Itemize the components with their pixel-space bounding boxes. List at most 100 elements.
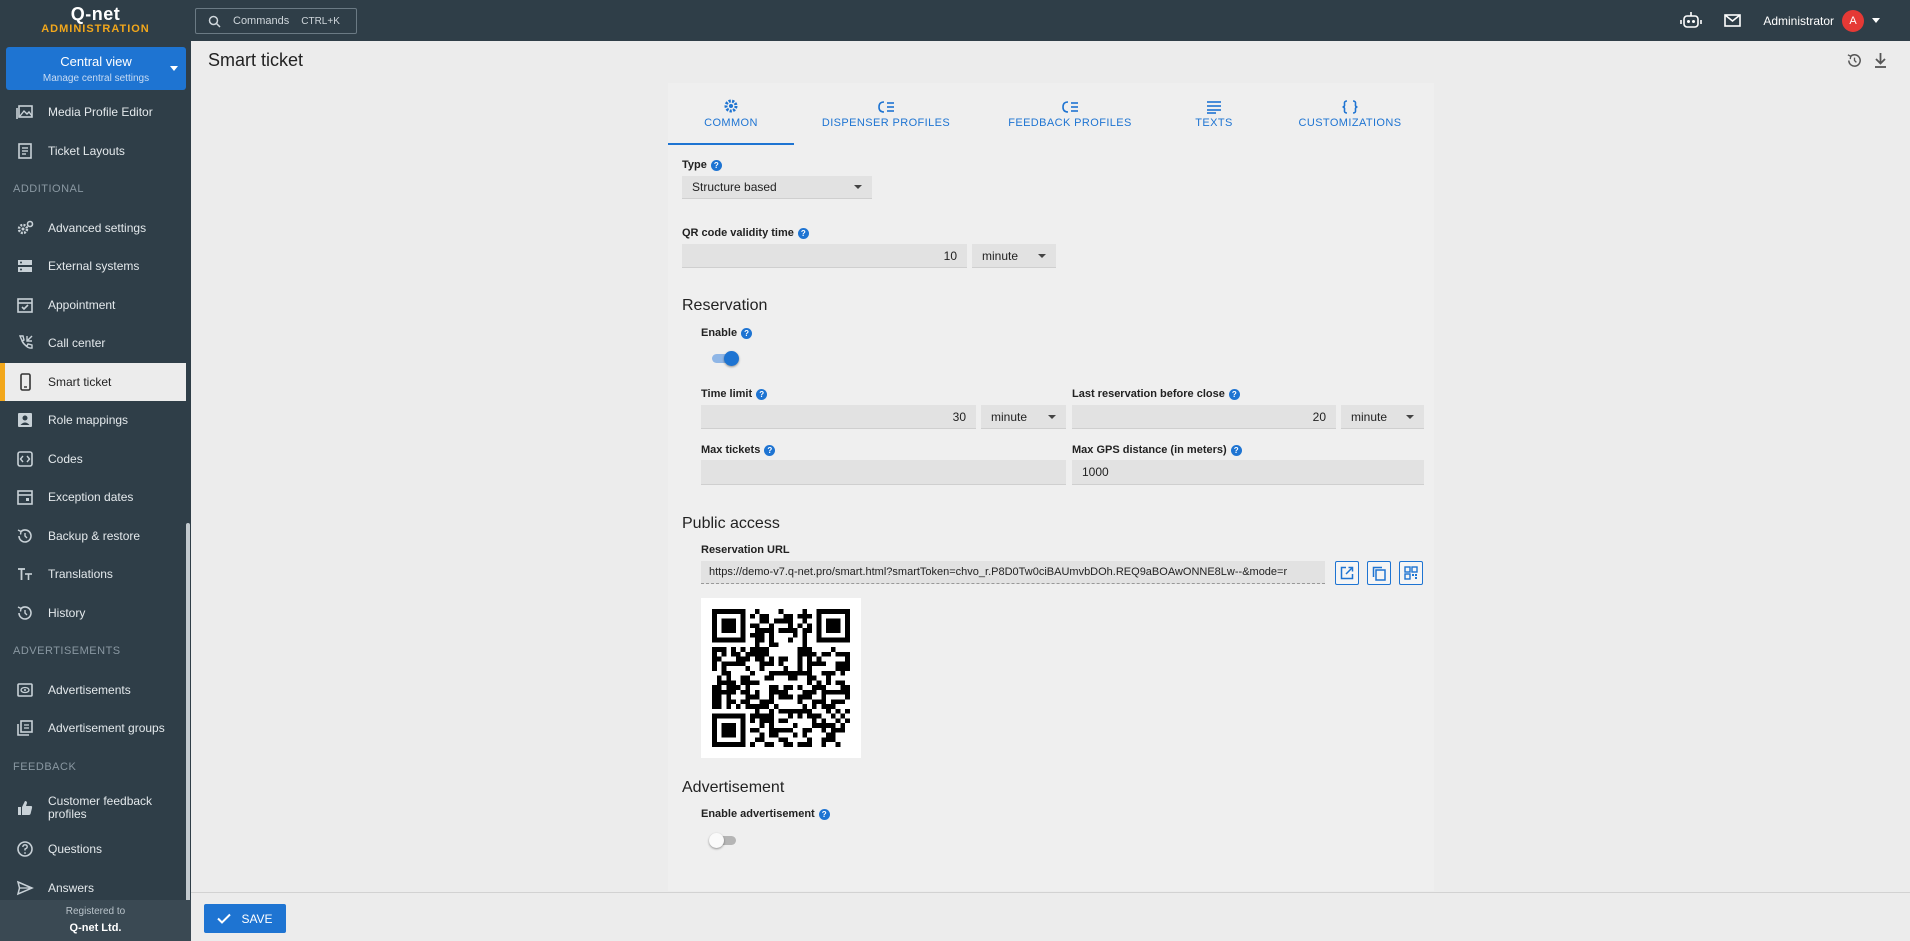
sidebar-item-media-profile-editor[interactable]: Media Profile Editor <box>0 93 186 132</box>
sidebar-item-advertisement-groups[interactable]: Advertisement groups <box>0 709 186 748</box>
monitor-eye-icon <box>17 682 33 697</box>
sidebar-item-history[interactable]: History <box>0 594 186 633</box>
sidebar-item-call-center[interactable]: Call center <box>0 324 186 363</box>
last-reservation-unit-select[interactable]: minute <box>1341 405 1424 429</box>
enable-advertisement-toggle[interactable] <box>709 833 738 848</box>
help-icon[interactable]: ? <box>818 808 830 820</box>
enable-label-text: Enable <box>701 327 738 339</box>
phone-callback-icon <box>18 335 33 349</box>
history-icon[interactable] <box>1846 52 1863 69</box>
sidebar-section-additional: ADDITIONAL <box>13 183 85 196</box>
qr-validity-unit: minute <box>982 248 1019 263</box>
enable-reservation-toggle[interactable] <box>710 351 739 366</box>
contact-card-icon <box>18 413 32 428</box>
reservation-header: Reservation <box>682 297 768 314</box>
max-tickets-label: Max tickets ? <box>701 444 776 456</box>
max-gps-input[interactable]: 1000 <box>1072 460 1424 485</box>
download-icon[interactable] <box>1873 52 1888 69</box>
bottom-action-bar: SAVE <box>191 892 1910 941</box>
copy-url-button[interactable] <box>1367 561 1391 585</box>
sidebar-item-label: Ticket Layouts <box>48 143 125 158</box>
tab-label: TEXTS <box>1195 116 1233 129</box>
tab-label: COMMON <box>704 116 758 129</box>
time-limit-label: Time limit ? <box>701 388 768 400</box>
help-icon[interactable]: ? <box>797 227 809 239</box>
qr-validity-input[interactable]: 10 <box>682 244 967 268</box>
ticket-icon <box>18 142 32 159</box>
help-icon[interactable]: ? <box>710 159 722 171</box>
logo[interactable]: Q-net ADMINISTRATION <box>0 0 191 41</box>
chevron-down-icon[interactable] <box>1872 18 1880 23</box>
sidebar-item-customer-feedback-profiles[interactable]: Customer feedback profiles <box>0 786 186 830</box>
list-icon <box>1062 100 1078 113</box>
command-shortcut: CTRL+K <box>301 15 340 27</box>
code-icon <box>17 450 33 467</box>
sidebar-item-backup-restore[interactable]: Backup & restore <box>0 517 186 556</box>
tab-texts[interactable]: TEXTS <box>1162 83 1266 145</box>
type-select[interactable]: Structure based <box>682 176 872 199</box>
user-name[interactable]: Administrator <box>1763 14 1834 28</box>
sidebar-item-questions[interactable]: Questions <box>0 830 186 869</box>
help-icon[interactable]: ? <box>741 327 753 339</box>
last-reservation-value: 20 <box>1312 409 1326 424</box>
sidebar-item-advertisements[interactable]: Advertisements <box>0 671 186 710</box>
last-reservation-label-text: Last reservation before close <box>1072 388 1225 400</box>
sidebar-item-label: Media Profile Editor <box>48 105 153 120</box>
open-url-button[interactable] <box>1335 561 1359 585</box>
central-view-selector[interactable]: Central view Manage central settings <box>6 47 186 90</box>
settings-panel <box>668 83 1434 891</box>
chevron-down-icon <box>1038 253 1046 258</box>
command-search[interactable]: Commands CTRL+K <box>195 8 357 34</box>
sidebar-item-translations[interactable]: Translations <box>0 555 186 594</box>
qr-code-icon <box>1404 566 1418 580</box>
save-label: SAVE <box>241 911 273 926</box>
sidebar-item-external-systems[interactable]: External systems <box>0 247 186 286</box>
gear-icon <box>724 99 738 112</box>
reservation-url-label: Reservation URL <box>701 544 790 556</box>
question-circle-icon <box>17 841 33 858</box>
show-qr-button[interactable] <box>1399 561 1423 585</box>
sidebar-scrollbar[interactable] <box>186 523 190 941</box>
sidebar-item-appointment[interactable]: Appointment <box>0 286 186 325</box>
time-limit-input[interactable]: 30 <box>701 405 976 429</box>
tab-dispenser-profiles[interactable]: DISPENSER PROFILES <box>794 83 978 145</box>
help-icon[interactable]: ? <box>1230 444 1242 456</box>
sidebar-item-label: Exception dates <box>48 490 134 505</box>
sidebar-item-label: Smart ticket <box>48 374 112 389</box>
max-tickets-input[interactable] <box>701 460 1066 485</box>
reservation-url-input[interactable]: https://demo-v7.q-net.pro/smart.html?sma… <box>701 561 1325 584</box>
mail-icon[interactable] <box>1724 14 1742 27</box>
chevron-down-icon <box>1406 414 1414 419</box>
sidebar-item-exception-dates[interactable]: Exception dates <box>0 478 186 517</box>
type-label: Type ? <box>682 159 722 171</box>
restore-icon <box>17 528 32 543</box>
sidebar-item-smart-ticket[interactable]: Smart ticket <box>0 362 186 401</box>
avatar[interactable]: A <box>1842 9 1864 32</box>
brand-subtitle: ADMINISTRATION <box>41 23 150 35</box>
time-limit-unit-select[interactable]: minute <box>981 405 1066 429</box>
tab-common[interactable]: COMMON <box>668 83 794 145</box>
assistant-robot-icon[interactable] <box>1680 11 1703 31</box>
help-icon[interactable]: ? <box>1228 388 1240 400</box>
help-icon[interactable]: ? <box>764 444 776 456</box>
sidebar-item-codes[interactable]: Codes <box>0 440 186 479</box>
qr-validity-unit-select[interactable]: minute <box>972 244 1056 268</box>
tab-label: CUSTOMIZATIONS <box>1298 116 1402 129</box>
text-size-icon <box>18 568 32 581</box>
sidebar-item-role-mappings[interactable]: Role mappings <box>0 401 186 440</box>
toggle-knob <box>724 351 739 366</box>
library-icon <box>17 720 33 737</box>
max-gps-value: 1000 <box>1082 465 1109 479</box>
calendar-icon <box>17 490 33 506</box>
tab-feedback-profiles[interactable]: FEEDBACK PROFILES <box>978 83 1162 145</box>
images-icon <box>16 105 33 120</box>
last-reservation-input[interactable]: 20 <box>1072 405 1336 429</box>
advertisement-header: Advertisement <box>682 779 785 796</box>
chevron-down-icon <box>854 185 862 189</box>
sidebar-item-ticket-layouts[interactable]: Ticket Layouts <box>0 132 186 171</box>
help-icon[interactable]: ? <box>756 388 768 400</box>
tab-customizations[interactable]: CUSTOMIZATIONS <box>1266 83 1434 145</box>
send-icon <box>16 880 34 896</box>
sidebar-item-advanced-settings[interactable]: Advanced settings <box>0 209 186 248</box>
save-button[interactable]: SAVE <box>204 904 286 933</box>
